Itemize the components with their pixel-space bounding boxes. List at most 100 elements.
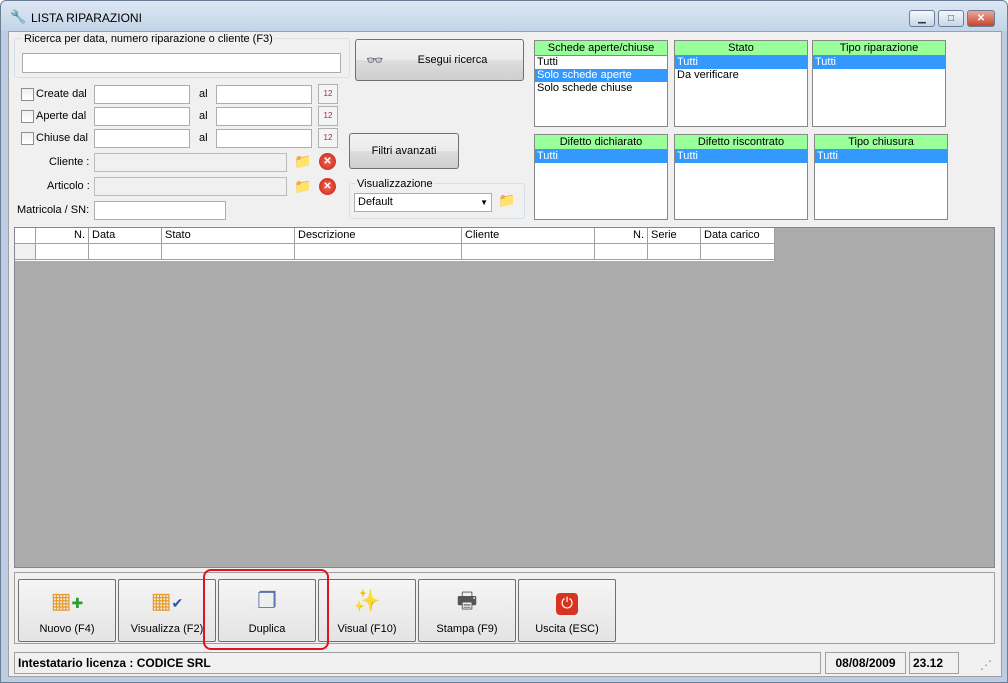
filter-difetto-dichiarato[interactable]: Difetto dichiarato Tutti <box>534 134 668 220</box>
view-button[interactable]: ▦✔ Visualizza (F2) <box>118 579 216 642</box>
minimize-button[interactable]: ▁ <box>909 10 935 27</box>
printer-icon: 🖶 <box>456 588 478 613</box>
filter-item-selected[interactable]: Tutti <box>675 150 807 163</box>
exit-button[interactable]: ⏻ Uscita (ESC) <box>518 579 616 642</box>
create-from-field[interactable] <box>94 85 190 104</box>
magic-wand-icon: ✨ <box>353 588 381 613</box>
column-header[interactable]: Serie <box>648 228 701 244</box>
folder-icon[interactable]: 📁 <box>293 176 313 196</box>
filter-stato[interactable]: Stato Tutti Da verificare <box>674 40 808 127</box>
chevron-down-icon: ▼ <box>480 198 488 207</box>
grid-table: N. Data Stato Descrizione Cliente N. Ser… <box>15 228 775 261</box>
execute-search-label: Esegui ricerca <box>417 54 488 66</box>
search-input[interactable] <box>22 53 341 73</box>
power-icon: ⏻ <box>519 588 615 615</box>
column-header[interactable]: Cliente <box>462 228 595 244</box>
print-button-label: Stampa (F9) <box>436 623 498 635</box>
filter-tipo-chiusura[interactable]: Tipo chiusura Tutti <box>814 134 948 220</box>
visualizzazione-select[interactable]: Default ▼ <box>354 193 492 212</box>
closed-checkbox[interactable] <box>21 132 34 145</box>
closed-label: Chiuse dal <box>36 132 88 144</box>
folder-icon[interactable]: 📁 <box>293 151 313 171</box>
filter-item-selected[interactable]: Tutti <box>815 150 947 163</box>
filter-item[interactable]: Tutti <box>535 56 667 69</box>
filter-item[interactable]: Da verificare <box>675 69 807 82</box>
repairs-grid[interactable]: N. Data Stato Descrizione Cliente N. Ser… <box>14 227 995 568</box>
filter-header: Difetto dichiarato <box>535 135 667 150</box>
closed-from-field[interactable] <box>94 129 190 148</box>
column-header[interactable]: Stato <box>162 228 295 244</box>
filter-item[interactable]: Solo schede chiuse <box>535 82 667 95</box>
table-cell[interactable] <box>89 244 162 260</box>
action-toolbar: ▦✚ Nuovo (F4) ▦✔ Visualizza (F2) ❐ Dupli… <box>14 572 995 644</box>
time-panel: 23.12 <box>909 652 959 674</box>
open-to-field[interactable] <box>216 107 312 126</box>
articolo-label: Articolo : <box>47 180 90 192</box>
row-header-corner <box>15 228 36 244</box>
filter-header: Difetto riscontrato <box>675 135 807 150</box>
execute-search-button[interactable]: 👓 Esegui ricerca <box>355 39 524 81</box>
main-window: 🔧 LISTA RIPARAZIONI ▁ □ ✕ Ricerca per da… <box>0 0 1008 683</box>
new-button-label: Nuovo (F4) <box>39 623 95 635</box>
table-cell[interactable] <box>162 244 295 260</box>
filter-schede[interactable]: Schede aperte/chiuse Tutti Solo schede a… <box>534 40 668 127</box>
create-al-label: al <box>199 88 208 100</box>
filter-item-selected[interactable]: Tutti <box>535 150 667 163</box>
open-al-label: al <box>199 110 208 122</box>
column-header[interactable]: Data carico <box>701 228 775 244</box>
table-cell[interactable] <box>701 244 775 260</box>
close-button[interactable]: ✕ <box>967 10 995 27</box>
filter-item-selected[interactable]: Solo schede aperte <box>535 69 667 82</box>
create-checkbox[interactable] <box>21 88 34 101</box>
matricola-field[interactable] <box>94 201 226 220</box>
filter-tipo-riparazione[interactable]: Tipo riparazione Tutti <box>812 40 946 127</box>
articolo-field[interactable] <box>94 177 287 196</box>
closed-al-label: al <box>199 132 208 144</box>
date-panel: 08/08/2009 <box>825 652 906 674</box>
calendar-icon[interactable]: 12 <box>318 84 338 104</box>
table-cell[interactable] <box>295 244 462 260</box>
closed-to-field[interactable] <box>216 129 312 148</box>
maximize-button[interactable]: □ <box>938 10 964 27</box>
license-panel: Intestatario licenza : CODICE SRL <box>14 652 821 674</box>
folder-icon[interactable]: 📁 <box>497 190 517 210</box>
window-title: LISTA RIPARAZIONI <box>31 11 142 25</box>
visualizzazione-selected: Default <box>358 196 393 208</box>
row-header[interactable] <box>15 244 36 260</box>
visual-button[interactable]: ✨ Visual (F10) <box>318 579 416 642</box>
status-bar: Intestatario licenza : CODICE SRL 08/08/… <box>14 652 995 674</box>
advanced-filters-button[interactable]: Filtri avanzati <box>349 133 459 169</box>
open-checkbox[interactable] <box>21 110 34 123</box>
cliente-field[interactable] <box>94 153 287 172</box>
print-button[interactable]: 🖶 Stampa (F9) <box>418 579 516 642</box>
clear-icon[interactable]: ✕ <box>319 153 336 170</box>
column-header[interactable]: N. <box>595 228 648 244</box>
resize-grip-icon[interactable]: ⋰ <box>980 658 992 672</box>
table-cell[interactable] <box>648 244 701 260</box>
filter-item-selected[interactable]: Tutti <box>675 56 807 69</box>
clear-icon[interactable]: ✕ <box>319 178 336 195</box>
client-area: Ricerca per data, numero riparazione o c… <box>8 31 1002 677</box>
table-cell[interactable] <box>595 244 648 260</box>
calendar-icon[interactable]: 12 <box>318 106 338 126</box>
cliente-label: Cliente : <box>49 156 90 168</box>
create-to-field[interactable] <box>216 85 312 104</box>
calendar-icon[interactable]: 12 <box>318 128 338 148</box>
table-cell[interactable] <box>36 244 89 260</box>
visual-button-label: Visual (F10) <box>337 623 397 635</box>
filter-header: Stato <box>675 41 807 56</box>
filter-header: Tipo chiusura <box>815 135 947 150</box>
wrench-icon: 🔧 <box>10 9 27 24</box>
column-header[interactable]: N. <box>36 228 89 244</box>
table-cell[interactable] <box>462 244 595 260</box>
filter-difetto-riscontrato[interactable]: Difetto riscontrato Tutti <box>674 134 808 220</box>
grid-add-icon: ▦✚ <box>50 588 84 613</box>
open-from-field[interactable] <box>94 107 190 126</box>
column-header[interactable]: Descrizione <box>295 228 462 244</box>
filter-header: Tipo riparazione <box>813 41 945 56</box>
filter-header: Schede aperte/chiuse <box>535 41 667 56</box>
filter-item-selected[interactable]: Tutti <box>813 56 945 69</box>
new-button[interactable]: ▦✚ Nuovo (F4) <box>18 579 116 642</box>
column-header[interactable]: Data <box>89 228 162 244</box>
open-label: Aperte dal <box>36 110 87 122</box>
